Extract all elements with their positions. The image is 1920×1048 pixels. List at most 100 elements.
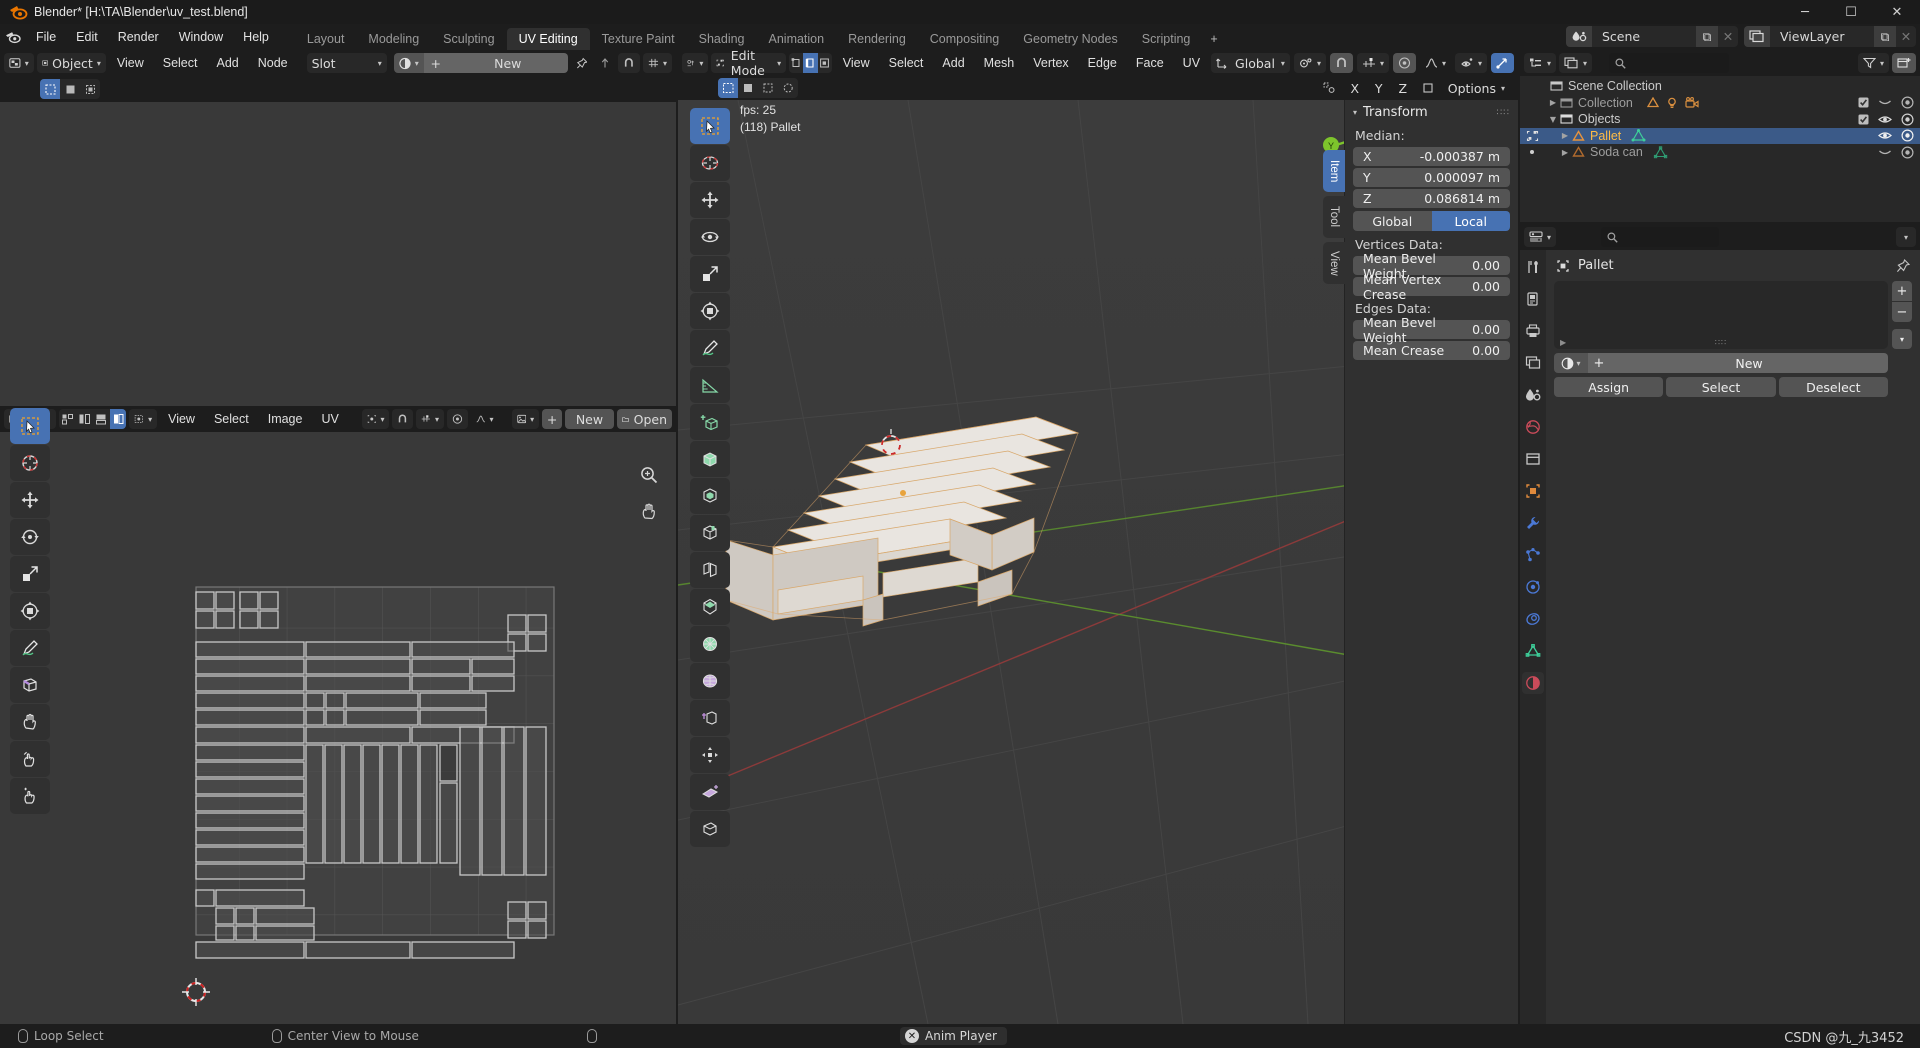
outliner-filter-icon[interactable]: ▾ (1857, 53, 1889, 73)
vp-tool-tweak[interactable] (690, 108, 730, 144)
outliner-row-objects[interactable]: ▼ Objects (1520, 111, 1920, 128)
uv-tool-transform[interactable] (10, 593, 50, 629)
axis-lock-z[interactable]: Z (1393, 78, 1413, 98)
vp-tool-rip-edge[interactable] (690, 811, 730, 847)
uv-select-face-icon[interactable] (80, 79, 100, 99)
outliner-editor-type-icon[interactable]: ▾ (1524, 53, 1557, 73)
median-z-row[interactable]: Z 0.086814 m (1353, 189, 1510, 208)
uv-pan-icon[interactable] (636, 498, 662, 524)
edge-mean-bevel-weight-row[interactable]: Mean Bevel Weight 0.00 (1353, 315, 1510, 345)
uv-tool-rotate[interactable] (10, 519, 50, 555)
disable-in-render-icon[interactable] (1901, 146, 1914, 159)
select-vertex-mode-icon[interactable] (789, 53, 803, 73)
select-face-mode-icon[interactable] (818, 53, 832, 73)
properties-options-icon[interactable]: ▾ (1896, 227, 1916, 247)
outliner-row-scene-collection[interactable]: Scene Collection (1520, 78, 1920, 95)
transform-space-toggle[interactable]: Global Local (1353, 211, 1510, 231)
viewlayer-selector[interactable]: ViewLayer ⧉ ✕ (1744, 26, 1916, 47)
vp-tool-smooth[interactable] (690, 663, 730, 699)
outliner-row-collection[interactable]: ▶ Collection (1520, 95, 1920, 112)
viewlayer-copy-button[interactable]: ⧉ (1874, 26, 1896, 47)
workspace-tab-modeling[interactable]: Modeling (356, 28, 431, 50)
blender-menu-icon[interactable] (0, 24, 26, 50)
uv-menu-view[interactable]: View (109, 53, 152, 73)
vp-tool-knife[interactable] (690, 552, 730, 588)
remove-material-slot-button[interactable]: − (1892, 302, 1912, 322)
uv-mesh-select-edge-icon[interactable] (76, 409, 93, 429)
vp-tool-transform[interactable] (690, 293, 730, 329)
vertex-mean-crease-row[interactable]: Mean Vertex Crease 0.00 (1353, 272, 1510, 302)
uv-tool-relax[interactable] (10, 741, 50, 777)
snap-magnet-icon[interactable] (618, 53, 641, 73)
uv-zoom-icon[interactable] (636, 462, 662, 488)
hide-eye-open-icon[interactable] (1878, 130, 1892, 141)
workspace-tab-scripting[interactable]: Scripting (1130, 28, 1203, 50)
properties-tab-scene[interactable] (1522, 384, 1544, 406)
image-menu-view[interactable]: View (160, 409, 203, 429)
properties-pin-icon[interactable] (1896, 258, 1910, 273)
viewport-menu-edge[interactable]: Edge (1080, 53, 1125, 73)
uv-mesh-select-vertex-icon[interactable] (59, 409, 76, 429)
uv-select-edge-icon[interactable] (60, 79, 80, 99)
object-mode-selector[interactable]: Object ▾ (36, 53, 106, 73)
vp-tool-bevel[interactable] (690, 478, 730, 514)
properties-tab-render[interactable] (1522, 288, 1544, 310)
median-x-row[interactable]: X -0.000387 m (1353, 147, 1510, 166)
properties-tab-viewlayer[interactable] (1522, 352, 1544, 374)
viewport-menu-vertex[interactable]: Vertex (1025, 53, 1076, 73)
row-expand-arrow[interactable]: ▶ (1546, 98, 1560, 107)
menu-help[interactable]: Help (233, 24, 279, 50)
transform-pivot-point-icon[interactable] (1318, 78, 1341, 98)
viewport-menu-add[interactable]: Add (934, 53, 972, 73)
vp-tool-rip-region[interactable] (690, 774, 730, 810)
viewport-editor-type-icon[interactable]: ▾ (682, 53, 709, 73)
pin-icon[interactable] (571, 53, 593, 73)
vp-tool-measure[interactable] (690, 367, 730, 403)
viewport-menu-face[interactable]: Face (1128, 53, 1172, 73)
outliner-row-soda-can[interactable]: ▶ Soda can (1520, 144, 1920, 161)
scene-copy-button[interactable]: ⧉ (1696, 26, 1718, 47)
vp-tool-move[interactable] (690, 182, 730, 218)
new-material-button[interactable]: New (1610, 353, 1888, 373)
falloff-curve-icon[interactable]: ▾ (471, 409, 499, 429)
space-global-button[interactable]: Global (1353, 211, 1432, 231)
properties-tab-object[interactable] (1522, 480, 1544, 502)
disable-in-render-icon[interactable] (1901, 129, 1914, 142)
proportional-edit-icon[interactable] (447, 409, 468, 429)
sidebar-tab-item[interactable]: Item (1323, 150, 1345, 192)
uv-tool-scale[interactable] (10, 556, 50, 592)
row-expand-arrow[interactable]: ▶ (1558, 131, 1572, 140)
new-material-button[interactable]: New (447, 53, 568, 73)
vp-tool-scale[interactable] (690, 256, 730, 292)
interaction-mode-selector[interactable]: Edit Mode ▾ (711, 48, 787, 78)
row-expand-arrow[interactable]: ▶ (1558, 148, 1572, 157)
viewport-select-3-icon[interactable] (758, 78, 778, 98)
image-menu-uv[interactable]: UV (313, 409, 346, 429)
add-material-slot-button[interactable]: + (1892, 281, 1912, 301)
uv-select-mode-group[interactable] (40, 79, 100, 99)
vp-tool-shrink-fatten[interactable] (690, 737, 730, 773)
viewport-visibility-icon[interactable]: ▾ (1454, 53, 1487, 73)
menu-render[interactable]: Render (108, 24, 169, 50)
material-browse-icon[interactable]: ▾ (1554, 353, 1588, 373)
checkbox-icon[interactable] (1858, 97, 1869, 108)
viewport-menu-mesh[interactable]: Mesh (976, 53, 1023, 73)
vp-tool-cursor[interactable] (690, 145, 730, 181)
viewport-options-button[interactable]: Options ▾ (1443, 78, 1510, 98)
material-slot-list[interactable]: ▶ ∷∷ (1554, 281, 1888, 349)
pivot-point-icon[interactable]: ▾ (361, 409, 390, 429)
vp-tool-inset-faces[interactable] (690, 441, 730, 477)
space-local-button[interactable]: Local (1431, 211, 1510, 231)
hide-eye-closed-icon[interactable] (1878, 147, 1892, 158)
viewport-gizmo-toggle-icon[interactable] (1491, 53, 1514, 73)
uv-menu-node[interactable]: Node (250, 53, 296, 73)
outliner-row-pallet[interactable]: ▶ Pallet (1520, 127, 1920, 144)
add-new-material-button[interactable]: + (1588, 353, 1610, 373)
viewport-select-tool-group[interactable] (718, 78, 798, 98)
workspace-tab-animation[interactable]: Animation (757, 28, 837, 50)
node-parent-icon[interactable] (595, 53, 615, 73)
properties-tab-data[interactable] (1522, 640, 1544, 662)
workspace-tab-texture-paint[interactable]: Texture Paint (590, 28, 687, 50)
uv-tool-move[interactable] (10, 482, 50, 518)
properties-tab-collection[interactable] (1522, 448, 1544, 470)
